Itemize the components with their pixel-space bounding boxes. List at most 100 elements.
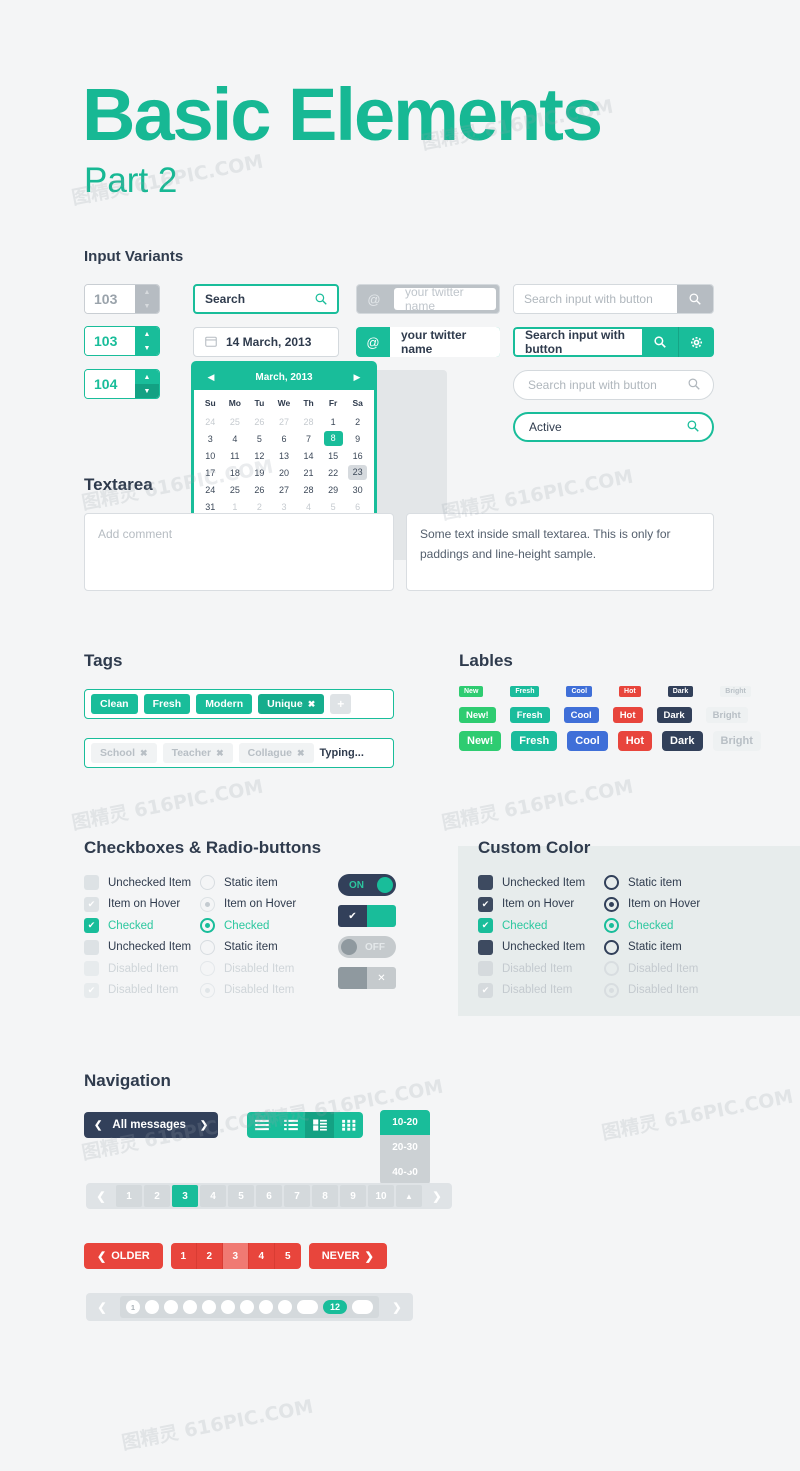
calendar-day[interactable]: 11: [223, 447, 248, 464]
spinner-value[interactable]: 103: [85, 327, 135, 355]
calendar-day[interactable]: 29: [321, 481, 346, 498]
radio-icon[interactable]: [200, 961, 215, 977]
radio-row[interactable]: Disabled Item: [200, 980, 296, 1002]
page-number[interactable]: 6: [256, 1185, 282, 1207]
search-input-value[interactable]: Search: [195, 292, 315, 306]
toggle-knob[interactable]: [377, 877, 393, 893]
calendar-day[interactable]: 28: [296, 413, 321, 430]
radio-icon[interactable]: [604, 896, 619, 912]
toggle-track[interactable]: [367, 905, 396, 927]
view-lines-icon[interactable]: [247, 1112, 276, 1138]
search-group-gray[interactable]: Search input with button: [513, 284, 714, 314]
search-pill-gray[interactable]: Search input with button: [513, 370, 714, 400]
range-dropdown-selected[interactable]: 10-20: [380, 1110, 430, 1135]
radio-row[interactable]: Item on Hover: [604, 894, 700, 916]
calendar-day[interactable]: 24: [198, 413, 223, 430]
search-group-value[interactable]: Search input with button: [513, 327, 642, 357]
radio-row[interactable]: Checked: [200, 915, 296, 937]
checkbox-row[interactable]: Unchecked Item: [478, 937, 585, 959]
prev-month-icon[interactable]: ◀: [194, 372, 228, 383]
pagination-gray[interactable]: ❮ 1 2 3 4 5 6 7 8 9 10 ▲ ❯: [86, 1183, 452, 1209]
page-number[interactable]: 7: [284, 1185, 310, 1207]
view-list-icon[interactable]: [276, 1112, 305, 1138]
textarea-left[interactable]: Add comment: [84, 513, 394, 591]
search-icon[interactable]: [688, 378, 713, 393]
radio-row[interactable]: Disabled Item: [604, 958, 700, 980]
never-button[interactable]: NEVER ❯: [308, 1243, 387, 1269]
calendar-day[interactable]: 8: [321, 430, 346, 447]
tag[interactable]: Unique ✖: [258, 694, 325, 714]
search-pill-value[interactable]: Active: [515, 420, 687, 434]
calendar-day[interactable]: 14: [296, 447, 321, 464]
dot-wide[interactable]: [297, 1300, 318, 1314]
date-input[interactable]: 14 March, 2013: [193, 327, 339, 357]
toggle-check-icon[interactable]: ✔: [338, 905, 367, 927]
search-icon[interactable]: [687, 419, 712, 435]
checkbox-icon[interactable]: ✔: [478, 896, 493, 912]
radio-row[interactable]: Checked: [604, 915, 700, 937]
calendar-day[interactable]: 19: [247, 464, 272, 481]
page-number[interactable]: 5: [228, 1185, 254, 1207]
dot-wide[interactable]: [352, 1300, 373, 1314]
checkbox-row[interactable]: ✔ Disabled Item: [478, 980, 585, 1002]
page-number[interactable]: 2: [196, 1243, 223, 1269]
checkbox-icon[interactable]: [84, 875, 99, 891]
calendar-day[interactable]: 1: [321, 413, 346, 430]
dot-first[interactable]: 1: [126, 1300, 140, 1314]
calendar-day[interactable]: 25: [223, 481, 248, 498]
number-spinner-teal[interactable]: 103 ▲ ▼: [84, 326, 160, 356]
textarea-right[interactable]: Some text inside small textarea. This is…: [406, 513, 714, 591]
search-pill-placeholder[interactable]: Search input with button: [514, 378, 688, 392]
calendar-day[interactable]: 26: [247, 413, 272, 430]
checkbox-icon[interactable]: ✔: [84, 982, 99, 998]
radio-icon[interactable]: [200, 918, 215, 934]
radio-row[interactable]: Static item: [200, 937, 296, 959]
radio-icon[interactable]: [604, 961, 619, 977]
spinner-up-icon[interactable]: ▲: [135, 327, 159, 341]
spinner-down-icon[interactable]: ▼: [135, 299, 159, 313]
spinner-value[interactable]: 104: [85, 370, 135, 398]
checkbox-icon[interactable]: ✔: [84, 918, 99, 934]
radio-row[interactable]: Disabled Item: [200, 958, 296, 980]
radio-row[interactable]: Static item: [200, 872, 296, 894]
search-pill-teal[interactable]: Active: [513, 412, 714, 442]
view-blocks-icon[interactable]: [305, 1112, 334, 1138]
checkbox-row[interactable]: ✔ Checked: [84, 915, 191, 937]
page-number[interactable]: 1: [170, 1243, 197, 1269]
twitter-input-teal[interactable]: @ your twitter name: [356, 327, 500, 357]
older-button[interactable]: ❮ OLDER: [84, 1243, 163, 1269]
checkbox-row[interactable]: ✔ Checked: [478, 915, 585, 937]
spinner-buttons[interactable]: ▲ ▼: [135, 285, 159, 313]
tag[interactable]: Teacher ✖: [162, 743, 233, 763]
checkbox-row[interactable]: ✔ Disabled Item: [84, 980, 191, 1002]
next-month-icon[interactable]: ▶: [340, 372, 374, 383]
radio-icon[interactable]: [604, 982, 619, 998]
calendar-day[interactable]: 23: [345, 464, 370, 481]
page-number[interactable]: 3: [222, 1243, 249, 1269]
checkbox-row[interactable]: Unchecked Item: [84, 937, 191, 959]
dot[interactable]: [164, 1300, 178, 1314]
dot[interactable]: [259, 1300, 273, 1314]
radio-row[interactable]: Static item: [604, 872, 700, 894]
twitter-input-value[interactable]: your twitter name: [390, 327, 500, 357]
toggle-switch[interactable]: OFF: [338, 936, 396, 958]
radio-row[interactable]: Item on Hover: [200, 894, 296, 916]
calendar-day[interactable]: 3: [198, 430, 223, 447]
radio-icon[interactable]: [200, 939, 215, 955]
chevron-right-icon[interactable]: ❯: [190, 1120, 218, 1131]
calendar-day[interactable]: 27: [272, 413, 297, 430]
calendar-day[interactable]: 10: [198, 447, 223, 464]
spinner-up-icon[interactable]: ▲: [135, 370, 159, 384]
chevron-left-icon[interactable]: ❮: [90, 1301, 114, 1314]
chevron-left-icon[interactable]: ❮: [84, 1120, 112, 1131]
checkbox-icon[interactable]: [84, 961, 99, 977]
date-input-value[interactable]: 14 March, 2013: [226, 335, 311, 349]
calendar-day[interactable]: 15: [321, 447, 346, 464]
radio-icon[interactable]: [604, 918, 619, 934]
search-input-focused[interactable]: Search: [193, 284, 339, 314]
radio-row[interactable]: Disabled Item: [604, 980, 700, 1002]
checkbox-row[interactable]: Unchecked Item: [84, 872, 191, 894]
tag[interactable]: School ✖: [91, 743, 157, 763]
checkbox-icon[interactable]: [84, 939, 99, 955]
calendar-day[interactable]: 13: [272, 447, 297, 464]
